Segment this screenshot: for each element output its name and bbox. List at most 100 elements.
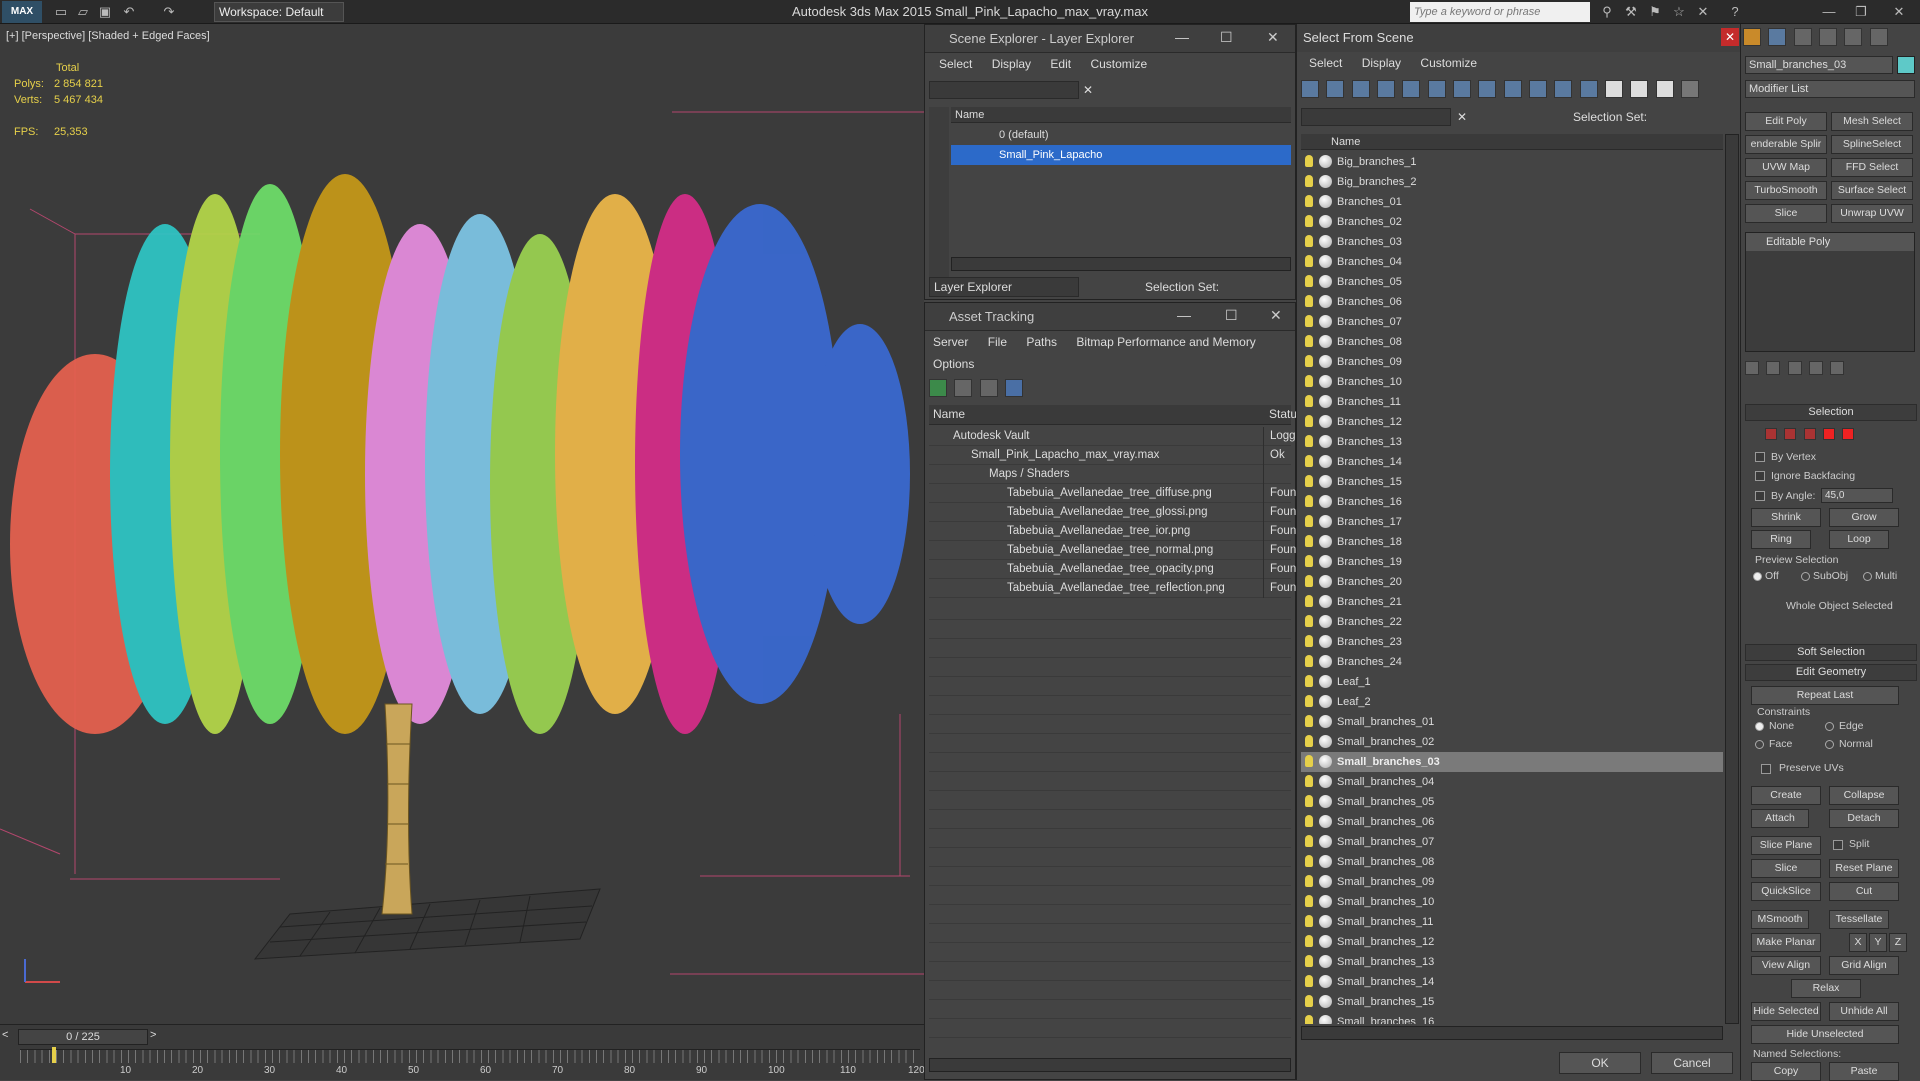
light-bulb-icon[interactable] — [1305, 835, 1313, 847]
list-item[interactable]: Branches_23 — [1301, 632, 1723, 652]
list-item[interactable]: Branches_13 — [1301, 432, 1723, 452]
constraint-normal-radio[interactable] — [1825, 740, 1834, 749]
ok-button[interactable]: OK — [1559, 1052, 1641, 1074]
repeat-last-button[interactable]: Repeat Last — [1751, 686, 1899, 705]
by-vertex-checkbox[interactable] — [1755, 452, 1765, 462]
list-item[interactable]: Small_branches_16 — [1301, 1012, 1723, 1024]
tools-icon[interactable]: ⚒ — [1622, 3, 1640, 21]
menu-select[interactable]: Select — [1309, 56, 1342, 70]
layer-row-default[interactable]: 0 (default) — [951, 125, 1291, 145]
find-input[interactable] — [1301, 108, 1451, 126]
new-file-icon[interactable]: ▭ — [52, 3, 70, 21]
slider-prev-icon[interactable]: < — [2, 1029, 8, 1041]
list-item[interactable]: Small_branches_02 — [1301, 732, 1723, 752]
ffd-select-button[interactable]: FFD Select — [1831, 158, 1913, 177]
redo-icon[interactable]: ↷ — [160, 3, 178, 21]
make-planar-button[interactable]: Make Planar — [1751, 933, 1821, 952]
planar-z-button[interactable]: Z — [1889, 933, 1907, 952]
filter-hidden-icon[interactable] — [1579, 80, 1598, 98]
light-bulb-icon[interactable] — [1305, 855, 1313, 867]
filter-shapes-icon[interactable] — [1326, 80, 1345, 98]
minimize-icon[interactable]: — — [1820, 3, 1838, 21]
light-bulb-icon[interactable] — [1305, 675, 1313, 687]
explorer-type-dropdown[interactable]: Layer Explorer — [929, 277, 1079, 297]
menu-customize[interactable]: Customize — [1090, 57, 1147, 71]
view-align-button[interactable]: View Align — [1751, 956, 1821, 975]
light-bulb-icon[interactable] — [1305, 715, 1313, 727]
loop-button[interactable]: Loop — [1829, 530, 1889, 549]
stack-item-editable-poly[interactable]: Editable Poly — [1746, 233, 1914, 251]
tessellate-button[interactable]: Tessellate — [1829, 910, 1889, 929]
reset-plane-button[interactable]: Reset Plane — [1829, 859, 1899, 878]
create-tab-icon[interactable] — [1743, 28, 1761, 46]
list-item[interactable]: Small_branches_04 — [1301, 772, 1723, 792]
undo-icon[interactable]: ↶ — [120, 3, 138, 21]
list-item[interactable]: Small_branches_09 — [1301, 872, 1723, 892]
light-bulb-icon[interactable] — [1305, 215, 1313, 227]
element-icon[interactable] — [1842, 427, 1855, 440]
select-none-icon[interactable] — [1630, 80, 1649, 98]
horizontal-scrollbar[interactable] — [1301, 1026, 1723, 1040]
object-name-field[interactable]: Small_branches_03 — [1745, 56, 1893, 74]
list-item[interactable]: Small_branches_05 — [1301, 792, 1723, 812]
layer-row-selected[interactable]: Small_Pink_Lapacho — [951, 145, 1291, 165]
light-bulb-icon[interactable] — [1305, 415, 1313, 427]
list-item[interactable]: Small_branches_08 — [1301, 852, 1723, 872]
selection-rollout-header[interactable]: Selection — [1745, 404, 1917, 421]
list-item[interactable]: Branches_17 — [1301, 512, 1723, 532]
collapse-button[interactable]: Collapse — [1829, 786, 1899, 805]
copy-button[interactable]: Copy — [1751, 1062, 1821, 1081]
light-bulb-icon[interactable] — [1305, 775, 1313, 787]
light-bulb-icon[interactable] — [1305, 175, 1313, 187]
cut-button[interactable]: Cut — [1829, 882, 1899, 901]
grow-button[interactable]: Grow — [1829, 508, 1899, 527]
light-bulb-icon[interactable] — [1305, 375, 1313, 387]
list-item[interactable]: Leaf_2 — [1301, 692, 1723, 712]
list-item[interactable]: Small_branches_06 — [1301, 812, 1723, 832]
close-icon[interactable]: ✕ — [1890, 3, 1908, 21]
edit-poly-button[interactable]: Edit Poly — [1745, 112, 1827, 131]
select-all-icon[interactable] — [1605, 80, 1624, 98]
table-view-icon[interactable] — [1005, 379, 1024, 397]
list-item[interactable]: Branches_12 — [1301, 412, 1723, 432]
light-bulb-icon[interactable] — [1305, 295, 1313, 307]
light-bulb-icon[interactable] — [1305, 995, 1313, 1007]
list-item[interactable]: Branches_18 — [1301, 532, 1723, 552]
light-bulb-icon[interactable] — [1305, 695, 1313, 707]
light-bulb-icon[interactable] — [1305, 195, 1313, 207]
list-item[interactable]: Small_branches_15 — [1301, 992, 1723, 1012]
light-bulb-icon[interactable] — [1305, 395, 1313, 407]
mesh-select-button[interactable]: Mesh Select — [1831, 112, 1913, 131]
light-bulb-icon[interactable] — [1305, 875, 1313, 887]
subscription-icon[interactable]: ⚑ — [1646, 3, 1664, 21]
light-bulb-icon[interactable] — [1305, 955, 1313, 967]
vertical-scrollbar[interactable] — [1725, 134, 1739, 1024]
list-view-icon[interactable] — [954, 379, 973, 397]
time-slider[interactable]: < 0 / 225 > 10 20 30 40 50 60 70 80 90 1… — [0, 1024, 925, 1080]
star-icon[interactable]: ☆ — [1670, 3, 1688, 21]
list-item[interactable]: Branches_07 — [1301, 312, 1723, 332]
hierarchy-tab-icon[interactable] — [1793, 28, 1812, 46]
vertex-icon[interactable] — [1765, 427, 1777, 440]
restore-icon[interactable]: ❐ — [1852, 3, 1870, 21]
close-icon[interactable]: ✕ — [1270, 307, 1282, 324]
table-row[interactable]: Tabebuia_Avellanedae_tree_diffuse.png Fou… — [929, 484, 1303, 503]
save-file-icon[interactable]: ▣ — [96, 3, 114, 21]
column-header-name[interactable]: Name — [951, 107, 1291, 123]
list-item[interactable]: Branches_02 — [1301, 212, 1723, 232]
list-item[interactable]: Branches_14 — [1301, 452, 1723, 472]
list-item[interactable]: Small_branches_11 — [1301, 912, 1723, 932]
hide-selected-button[interactable]: Hide Selected — [1751, 1002, 1821, 1021]
column-header-name[interactable]: Name — [1301, 134, 1723, 150]
filter-geometry-icon[interactable] — [1301, 80, 1319, 98]
horizontal-scrollbar[interactable] — [951, 257, 1291, 271]
slice-plane-button[interactable]: Slice Plane — [1751, 836, 1821, 855]
light-bulb-icon[interactable] — [1305, 315, 1313, 327]
minimize-icon[interactable]: — — [1175, 29, 1189, 45]
clear-filter-icon[interactable]: ✕ — [1083, 83, 1093, 97]
constraint-none-radio[interactable] — [1755, 722, 1764, 731]
list-item[interactable]: Small_branches_03 — [1301, 752, 1723, 772]
filter-groups-icon[interactable] — [1453, 80, 1472, 98]
app-logo[interactable]: MAX — [2, 1, 42, 23]
grid-align-button[interactable]: Grid Align — [1829, 956, 1899, 975]
